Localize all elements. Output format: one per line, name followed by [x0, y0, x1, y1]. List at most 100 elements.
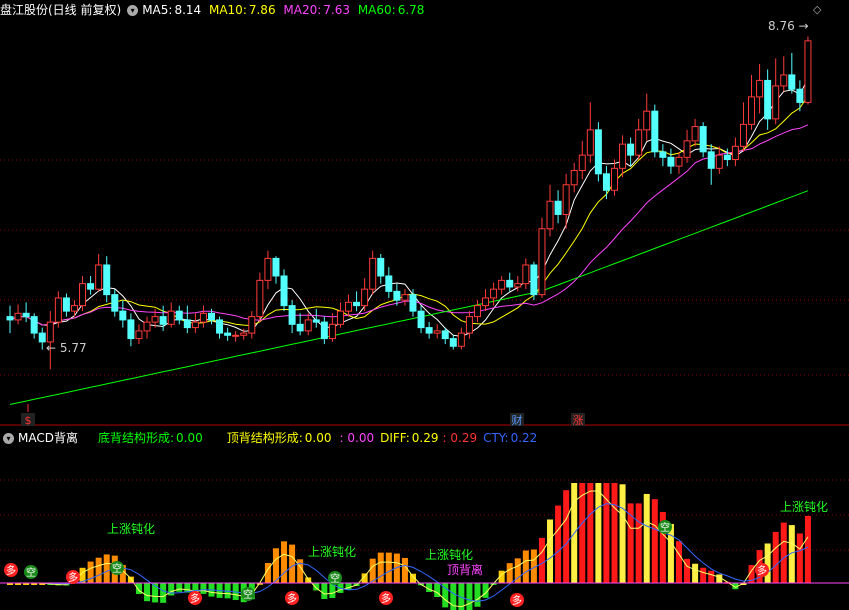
- candle-body: [240, 332, 248, 336]
- macd-bar: [595, 483, 602, 583]
- macd-bar: [103, 554, 110, 583]
- indicator-header: ▾ MACD背离 底背结构形成: 0.00 顶背结构形成: 0.00: 0.00 DIFF:…: [0, 429, 541, 447]
- candle-body: [570, 170, 578, 186]
- macd-indicator: 上涨钝化上涨钝化 上涨钝化上涨钝化顶背离多多多多多多多空 空空空空: [0, 483, 849, 610]
- candle-body: [127, 319, 135, 340]
- candle-body: [345, 301, 353, 312]
- candle-body: [62, 297, 70, 312]
- candle-body: [216, 319, 224, 334]
- candle-body: [336, 310, 344, 325]
- long-signal-badge: 多: [381, 592, 391, 605]
- macd-bar: [321, 583, 328, 599]
- candle-body: [756, 79, 764, 98]
- candle-body: [772, 85, 780, 120]
- up-blunt-label: 上涨钝化: [107, 521, 155, 536]
- candle-body: [280, 275, 288, 307]
- macd-bar: [692, 563, 699, 583]
- candle-body: [449, 338, 457, 347]
- candle-body: [538, 228, 546, 296]
- macd-bar: [587, 483, 594, 583]
- candle-body: [401, 294, 409, 301]
- candle-body: [530, 264, 538, 296]
- candle-body: [393, 290, 401, 301]
- ma10-value: 7.86: [248, 3, 276, 17]
- candle-body: [699, 126, 707, 153]
- candle-body: [683, 140, 691, 158]
- candle-body: [731, 145, 739, 161]
- candle-body: [691, 126, 699, 142]
- candle-body: [514, 283, 522, 288]
- event-marker: 财: [512, 413, 523, 427]
- up-blunt-label: 上涨钝化: [780, 499, 828, 514]
- up-blunt-label: 上涨钝化: [425, 547, 473, 562]
- candle-body: [143, 321, 151, 332]
- candle-body: [151, 316, 159, 323]
- candle-body: [288, 305, 296, 325]
- candle-body: [38, 332, 46, 343]
- candle-body: [667, 156, 675, 167]
- candle-body: [796, 88, 804, 103]
- macd-bar: [401, 557, 408, 583]
- macd-bar: [579, 483, 586, 583]
- diamond-icon[interactable]: ◇: [813, 3, 821, 16]
- price-low-label: ← 5.77: [46, 341, 87, 355]
- macd-bar: [377, 552, 384, 583]
- ma60-line: [9, 190, 809, 405]
- ma10-label: MA10:: [208, 3, 247, 17]
- macd-bar: [563, 490, 570, 583]
- extra-value: : 0.00: [339, 431, 375, 445]
- candle-body: [498, 279, 506, 290]
- candle-body: [409, 294, 417, 312]
- candle-body: [788, 74, 796, 90]
- settings-dropdown-icon[interactable]: ▾: [127, 5, 139, 16]
- candle-body: [490, 288, 498, 299]
- candle-body: [256, 279, 264, 318]
- candle-body: [748, 96, 756, 125]
- indicator-dropdown-icon[interactable]: ▾: [3, 433, 14, 444]
- macd-bar: [700, 567, 707, 583]
- short-signal-badge: 空: [26, 566, 36, 579]
- chart-canvas[interactable]: 上涨钝化上涨钝化 上涨钝化上涨钝化顶背离多多多多多多多空 空空空空 $ 财涨: [0, 0, 849, 610]
- candle-body: [361, 288, 369, 307]
- candle-body: [46, 321, 54, 343]
- candle-body: [506, 279, 514, 288]
- candle-body: [522, 264, 530, 285]
- ma5-line: [9, 78, 809, 337]
- macd-bar: [675, 541, 682, 583]
- candle-body: [619, 143, 627, 169]
- candle-body: [764, 79, 772, 120]
- macd-bar: [651, 499, 658, 583]
- diff-value: 0.29: [411, 431, 439, 445]
- event-marker: 涨: [573, 414, 584, 427]
- macd-bar: [619, 484, 626, 583]
- up-blunt-label: 上涨钝化: [308, 544, 356, 559]
- macd-bar: [95, 557, 102, 583]
- price-high-label: 8.76 →: [768, 19, 809, 33]
- top-divergence-label: 顶背离: [447, 562, 483, 577]
- macd-bar: [466, 583, 473, 610]
- candle-body: [611, 167, 618, 191]
- macd-bar: [474, 583, 481, 607]
- candle-body: [441, 330, 449, 340]
- candle-body: [224, 332, 232, 336]
- candle-body: [272, 257, 280, 277]
- indicator-name[interactable]: MACD背离: [18, 431, 78, 445]
- macd-bar: [281, 541, 288, 583]
- candle-body: [135, 330, 143, 340]
- macd-bar: [708, 570, 715, 583]
- long-signal-badge: 多: [68, 571, 78, 584]
- candle-body: [659, 151, 667, 158]
- macd-bar: [611, 483, 618, 583]
- candle-body: [417, 310, 425, 329]
- candle-body: [457, 332, 465, 347]
- candle-body: [296, 323, 304, 332]
- candle-body: [353, 301, 361, 307]
- candle-body: [248, 316, 256, 334]
- stock-title[interactable]: 盘江股份(日线 前复权): [0, 3, 121, 17]
- ma20-value: 7.63: [323, 3, 350, 17]
- candle-body: [385, 275, 393, 292]
- macd-bar: [555, 505, 562, 583]
- candle-body: [723, 154, 731, 161]
- candle-body: [578, 154, 586, 172]
- grid-lines: [0, 159, 849, 551]
